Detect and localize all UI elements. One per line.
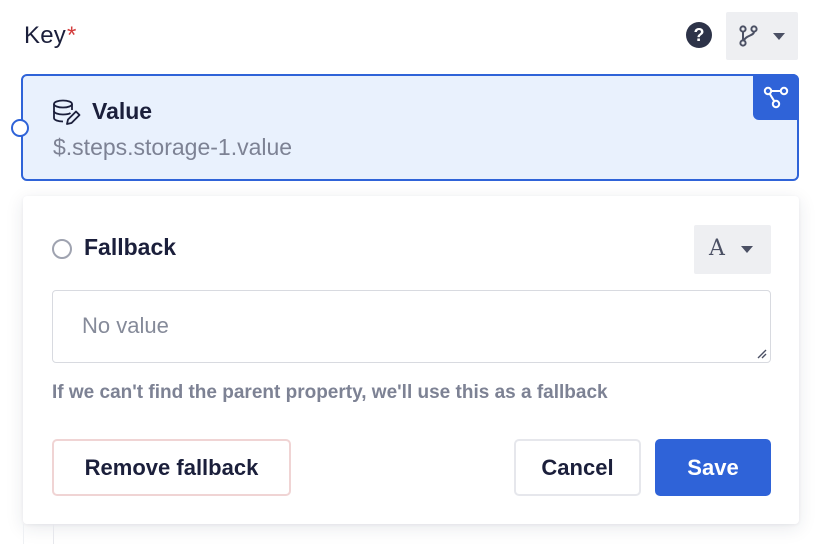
fallback-input-placeholder: No value <box>82 313 169 338</box>
branch-menu-button[interactable] <box>726 12 798 60</box>
required-asterisk: * <box>66 22 77 49</box>
field-label-text: Key <box>24 22 66 49</box>
connection-handle[interactable] <box>11 119 29 137</box>
divider <box>23 524 24 544</box>
fallback-input[interactable]: No value <box>52 290 771 363</box>
caret-down-icon <box>741 246 753 253</box>
field-header: Key* ? <box>24 12 798 60</box>
value-title: Value <box>92 98 153 124</box>
value-source-card[interactable]: Value $.steps.storage-1.value <box>11 74 799 181</box>
divider <box>53 524 54 544</box>
fallback-panel: Fallback A No value If we can't find the… <box>23 196 799 524</box>
key-field-editor: Key* ? Value $.steps.storage-1.value Fal… <box>0 0 822 544</box>
value-type-dropdown[interactable]: A <box>694 225 771 274</box>
value-path: $.steps.storage-1.value <box>53 134 293 160</box>
fallback-title: Fallback <box>84 234 177 260</box>
connect-button[interactable] <box>753 74 799 120</box>
database-edit-icon <box>53 99 81 125</box>
connect-nodes-icon <box>763 86 789 109</box>
fallback-hint: If we can't find the parent property, we… <box>52 382 608 403</box>
caret-down-icon <box>773 33 785 40</box>
cancel-button[interactable]: Cancel <box>514 439 641 496</box>
text-type-icon: A <box>709 236 725 261</box>
resize-grip-icon[interactable] <box>755 347 767 359</box>
remove-fallback-button[interactable]: Remove fallback <box>52 439 291 496</box>
field-label: Key* <box>24 22 77 50</box>
git-branch-icon <box>739 25 758 47</box>
fallback-radio[interactable] <box>52 239 72 259</box>
question-circle-icon[interactable]: ? <box>686 22 712 48</box>
save-button[interactable]: Save <box>655 439 771 496</box>
